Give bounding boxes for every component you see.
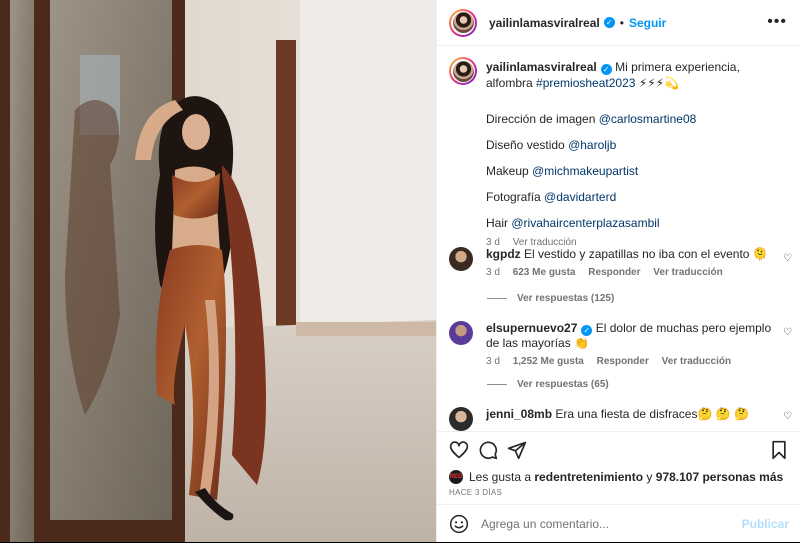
view-replies-link[interactable]: Ver respuestas (125): [487, 293, 614, 304]
author-avatar[interactable]: [449, 8, 477, 37]
credit-handle[interactable]: @haroljb: [568, 138, 616, 152]
emoji-picker-icon[interactable]: [449, 514, 469, 534]
credit-label: Dirección de imagen: [486, 112, 596, 126]
commenter-avatar[interactable]: [449, 407, 473, 431]
post-photo[interactable]: [0, 0, 436, 542]
verified-badge-icon: ✓: [603, 17, 615, 28]
author-username[interactable]: yailinlamasviralreal: [489, 16, 600, 30]
comment-input[interactable]: [481, 517, 731, 531]
comment-body: jenni_08mb Era una fiesta de disfraces🤔 …: [486, 407, 776, 421]
liker-username[interactable]: redentretenimiento: [534, 470, 643, 484]
comment-likes[interactable]: 623 Me gusta: [513, 267, 576, 278]
comment-bubble-icon[interactable]: [478, 440, 498, 460]
caption-hashtag[interactable]: #premiosheat2023: [536, 76, 635, 90]
credit-label: Diseño vestido: [486, 138, 565, 152]
credit-label: Hair: [486, 216, 509, 230]
post-modal: yailinlamasviralreal ✓ • Seguir ••• yail…: [0, 0, 800, 542]
comment-username[interactable]: kgpdz: [486, 247, 521, 261]
caption-emojis: ⚡⚡⚡💫: [638, 76, 679, 90]
replies-divider: [487, 384, 507, 385]
like-comment-heart-icon[interactable]: ♡: [783, 327, 792, 338]
post-details-panel: yailinlamasviralreal ✓ • Seguir ••• yail…: [436, 0, 800, 542]
verified-badge-icon: ✓: [600, 64, 612, 75]
photo-illustration: [0, 0, 436, 542]
likes-middle: y: [646, 470, 653, 484]
credit-handle[interactable]: @michmakeupartist: [532, 164, 638, 178]
comment-time: 3 d: [486, 356, 500, 367]
like-comment-heart-icon[interactable]: ♡: [783, 411, 792, 422]
likes-count[interactable]: 978.107 personas más: [656, 470, 783, 484]
caption-username[interactable]: yailinlamasviralreal: [486, 60, 597, 74]
credit-handle[interactable]: @rivahaircenterplazasambil: [511, 216, 659, 230]
likes-summary: RED Les gusta a redentretenimiento y 978…: [449, 470, 783, 484]
save-bookmark-icon[interactable]: [769, 440, 789, 460]
comment-time: 3 d: [486, 267, 500, 278]
credit-label: Makeup: [486, 164, 529, 178]
follow-button[interactable]: Seguir: [629, 16, 666, 30]
like-comment-heart-icon[interactable]: ♡: [783, 253, 792, 264]
comments-scroll-area[interactable]: yailinlamasviralreal ✓ Mi primera experie…: [437, 47, 800, 431]
comment-username[interactable]: elsupernuevo27: [486, 321, 577, 335]
translate-link[interactable]: Ver traducción: [662, 356, 731, 367]
comment-meta: 3 d 1,252 Me gusta Responder Ver traducc…: [486, 355, 776, 369]
comment-text: El vestido y zapatillas no iba con el ev…: [524, 247, 768, 261]
reply-link[interactable]: Responder: [588, 267, 640, 278]
credit-handle[interactable]: @carlosmartine08: [599, 112, 697, 126]
comment-body: kgpdz El vestido y zapatillas no iba con…: [486, 247, 776, 280]
comment-body: elsupernuevo27 ✓ El dolor de muchas pero …: [486, 321, 776, 369]
likes-prefix: Les gusta a: [469, 470, 532, 484]
caption-body: yailinlamasviralreal ✓ Mi primera experie…: [486, 59, 786, 251]
view-replies-link[interactable]: Ver respuestas (65): [487, 379, 609, 390]
comment-text: Era una fiesta de disfraces🤔 🤔 🤔: [555, 407, 749, 421]
add-comment-bar: Publicar: [437, 504, 800, 543]
publish-button[interactable]: Publicar: [742, 517, 789, 531]
commenter-avatar[interactable]: [449, 321, 473, 345]
like-heart-icon[interactable]: [449, 440, 469, 460]
view-replies-label[interactable]: Ver respuestas (65): [517, 379, 609, 390]
liker-mini-avatar[interactable]: RED: [449, 470, 463, 484]
separator-dot: •: [619, 15, 624, 30]
credit-label: Fotografía: [486, 190, 541, 204]
verified-badge-icon: ✓: [581, 325, 593, 336]
replies-divider: [487, 298, 507, 299]
post-time-ago[interactable]: HACE 3 DÍAS: [449, 488, 502, 497]
translate-link[interactable]: Ver traducción: [653, 267, 722, 278]
comment-meta: 3 d 623 Me gusta Responder Ver traducció…: [486, 266, 776, 280]
action-icons-row: [449, 440, 789, 464]
post-actions: RED Les gusta a redentretenimiento y 978…: [437, 431, 800, 542]
comment-username[interactable]: jenni_08mb: [486, 407, 552, 421]
commenter-avatar[interactable]: [449, 247, 473, 271]
reply-link[interactable]: Responder: [597, 356, 649, 367]
caption-author-avatar[interactable]: [449, 57, 477, 85]
view-replies-label[interactable]: Ver respuestas (125): [517, 293, 614, 304]
share-send-icon[interactable]: [507, 440, 527, 460]
post-header: yailinlamasviralreal ✓ • Seguir •••: [437, 0, 800, 46]
more-options-icon[interactable]: •••: [767, 14, 787, 30]
credit-handle[interactable]: @davidarterd: [544, 190, 616, 204]
comment-likes[interactable]: 1,252 Me gusta: [513, 356, 584, 367]
